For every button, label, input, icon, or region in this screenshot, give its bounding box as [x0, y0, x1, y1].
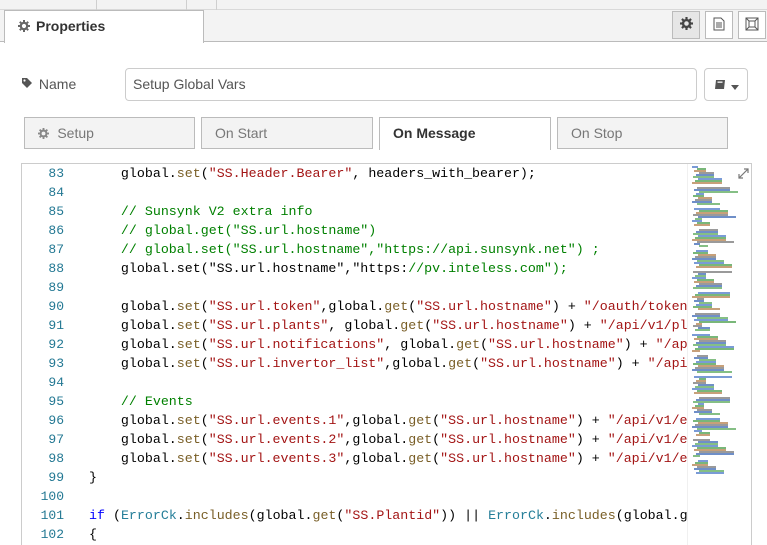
line-number: 90 — [48, 299, 64, 314]
line-number: 97 — [48, 432, 64, 447]
line-number: 101 — [40, 508, 64, 523]
line-number: 89 — [48, 280, 64, 295]
code-line: } — [89, 470, 97, 485]
chevron-down-icon — [730, 77, 739, 93]
line-number: 102 — [40, 527, 64, 542]
gear-icon — [38, 127, 52, 141]
line-number: 99 — [48, 470, 64, 485]
tab-bar: Properties — [0, 10, 767, 43]
minimap-line — [694, 224, 710, 226]
minimap-line — [695, 329, 710, 331]
minimap-line — [697, 371, 732, 373]
subtab-on-message-label: On Message — [393, 125, 476, 141]
name-options-dropdown[interactable] — [704, 68, 748, 101]
minimap-line — [699, 245, 708, 247]
description-tab-button[interactable] — [705, 11, 733, 39]
code-line: global.set("SS.url.invertor_list",global… — [89, 356, 687, 371]
code-text-area[interactable]: global.set("SS.Header.Bearer", headers_w… — [89, 164, 687, 545]
line-number: 93 — [48, 356, 64, 371]
expand-editor-button[interactable] — [733, 164, 751, 184]
name-input[interactable]: Setup Global Vars — [125, 68, 697, 101]
code-line: global.set("SS.url.plants", global.get("… — [89, 318, 687, 333]
code-line: if (ErrorCk.includes(global.get("SS.Plan… — [89, 508, 687, 523]
minimap-line — [697, 241, 734, 243]
appearance-tab-button[interactable] — [738, 11, 766, 39]
code-line: global.set("SS.url.hostname","https://pv… — [89, 261, 568, 276]
code-line: { — [89, 527, 97, 542]
line-number: 87 — [48, 242, 64, 257]
tag-icon — [21, 77, 35, 92]
subtab-on-start-label: On Start — [215, 125, 268, 141]
code-editor[interactable]: 83 84 85 86 87 88 89 90 91 92 93 94 95 9… — [21, 163, 752, 545]
code-line: global.set("SS.url.events.2",global.get(… — [89, 432, 687, 447]
gear-icon — [18, 20, 30, 32]
subtab-on-message[interactable]: On Message — [379, 117, 551, 150]
minimap-line — [694, 392, 722, 394]
subtab-setup-label: Setup — [57, 125, 94, 141]
settings-tab-button[interactable] — [672, 11, 700, 39]
minimap-line — [696, 472, 724, 474]
line-number: 91 — [48, 318, 64, 333]
book-icon — [714, 77, 726, 93]
code-line: global.set("SS.url.token",global.get("SS… — [89, 299, 687, 314]
gear-icon — [679, 17, 693, 33]
document-icon — [713, 17, 725, 34]
minimap-line — [696, 453, 734, 455]
tab-properties[interactable]: Properties — [4, 10, 204, 43]
minimap-line — [693, 455, 700, 457]
code-line: global.set("SS.Header.Bearer", headers_w… — [89, 166, 536, 181]
line-number: 88 — [48, 261, 64, 276]
minimap-line — [696, 266, 732, 268]
minimap-line — [693, 287, 722, 289]
minimap-line — [699, 321, 736, 323]
expand-icon — [737, 166, 749, 182]
minimap-line — [699, 191, 738, 193]
code-line: global.set("SS.url.notifications", globa… — [89, 337, 687, 352]
top-strip — [0, 0, 767, 10]
minimap-line — [697, 428, 736, 430]
code-line: global.set("SS.url.events.1",global.get(… — [89, 413, 687, 428]
subtab-setup[interactable]: Setup — [24, 117, 195, 149]
name-label-text: Name — [38, 76, 77, 92]
code-line: // Sunsynk V2 extra info — [120, 204, 313, 219]
minimap-line — [698, 216, 736, 218]
subtab-on-stop[interactable]: On Stop — [557, 117, 728, 149]
line-number: 92 — [48, 337, 64, 352]
layout-icon — [745, 17, 759, 34]
line-number: 100 — [40, 489, 64, 504]
code-line: // global.set("SS.url.hostname","https:/… — [120, 242, 600, 257]
code-line: global.set("SS.url.events.3",global.get(… — [89, 451, 687, 466]
line-number-gutter: 83 84 85 86 87 88 89 90 91 92 93 94 95 9… — [22, 164, 72, 545]
code-minimap[interactable] — [687, 164, 751, 545]
line-number: 83 — [48, 166, 64, 181]
minimap-line — [692, 182, 722, 184]
code-line: // global.get("SS.url.hostname") — [120, 223, 377, 238]
minimap-line — [696, 434, 710, 436]
subtab-on-start[interactable]: On Start — [201, 117, 373, 149]
line-number: 94 — [48, 375, 64, 390]
minimap-line — [698, 308, 720, 310]
line-number: 96 — [48, 413, 64, 428]
line-number: 85 — [48, 204, 64, 219]
minimap-line — [695, 348, 734, 350]
minimap-line — [692, 350, 700, 352]
line-number: 98 — [48, 451, 64, 466]
line-number: 84 — [48, 185, 64, 200]
subtab-on-stop-label: On Stop — [571, 125, 623, 141]
code-line: // Events — [120, 394, 193, 409]
name-label: Name — [21, 76, 76, 92]
line-number: 86 — [48, 223, 64, 238]
minimap-line — [697, 203, 720, 205]
minimap-line — [699, 413, 720, 415]
line-number: 95 — [48, 394, 64, 409]
tab-properties-label: Properties — [36, 18, 106, 34]
